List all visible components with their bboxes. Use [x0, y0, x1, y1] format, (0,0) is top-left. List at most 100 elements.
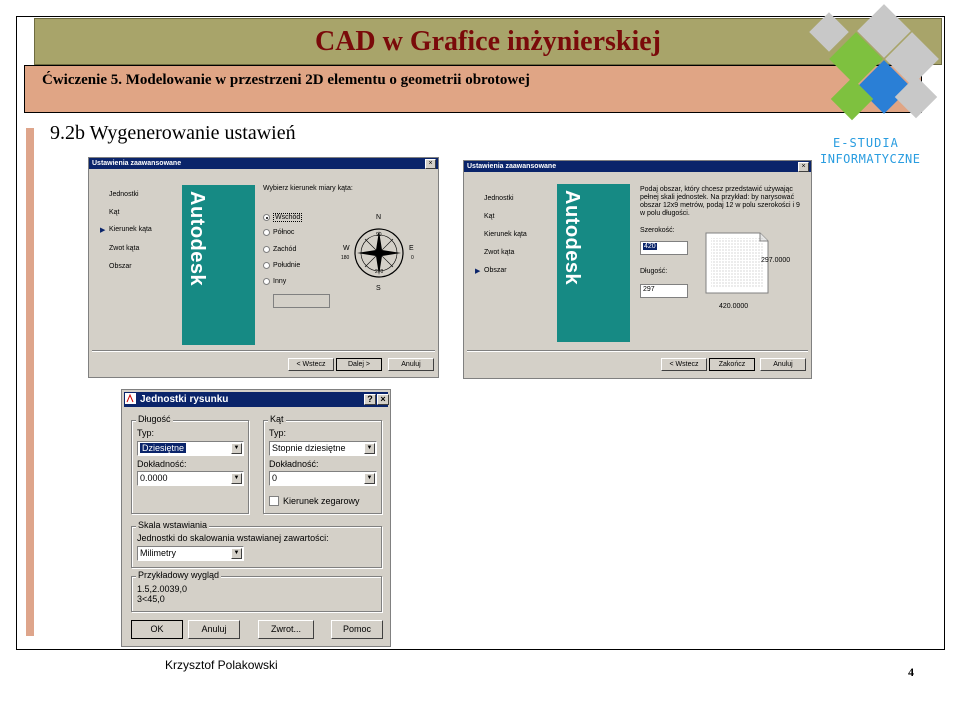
sample-output-group: [131, 576, 382, 612]
angle-type-label: Typ:: [269, 428, 287, 438]
compass-north-label: N: [376, 214, 382, 221]
nav-item-angle[interactable]: Kąt: [109, 209, 120, 216]
logo-text-line1: E-STUDIA: [833, 136, 899, 150]
insertion-units-label: Jednostki do skalowania wstawianej zawar…: [137, 533, 329, 543]
length-type-select[interactable]: Dziesiętne ▼: [137, 441, 244, 456]
nav-item-angle[interactable]: Kąt: [484, 213, 495, 220]
dialog-title: Ustawienia zaawansowane: [92, 160, 182, 167]
slide-subtitle: Ćwiczenie 5. Modelowanie w przestrzeni 2…: [42, 72, 530, 88]
radio-south[interactable]: Południe: [263, 262, 300, 269]
length-type-label: Typ:: [137, 428, 155, 438]
nav-item-angle-direction[interactable]: Kierunek kąta: [109, 226, 152, 233]
angle-type-value: Stopnie dziesiętne: [272, 443, 346, 453]
other-angle-field[interactable]: [273, 294, 330, 308]
dialog-title-bar: Ustawienia zaawansowane: [89, 158, 438, 169]
close-icon[interactable]: ×: [377, 394, 389, 405]
preview-width: 420.0000: [719, 303, 749, 310]
length-type-value: Dziesiętne: [140, 443, 187, 453]
radio-other[interactable]: Inny: [263, 278, 286, 285]
autodesk-brand: Autodesk: [186, 191, 208, 287]
ok-button[interactable]: OK: [131, 620, 183, 639]
nav-item-angle-turn[interactable]: Zwot kąta: [484, 249, 514, 256]
close-icon[interactable]: ×: [798, 162, 809, 172]
cancel-button[interactable]: Anuluj: [388, 358, 434, 371]
width-label: Szerokość:: [640, 227, 675, 234]
autodesk-banner: Autodesk: [557, 184, 630, 342]
radio-button[interactable]: [263, 246, 270, 253]
radio-button[interactable]: [263, 278, 270, 285]
radio-button[interactable]: [263, 262, 270, 269]
back-button[interactable]: < Wstecz: [288, 358, 334, 371]
back-button[interactable]: < Wstecz: [661, 358, 707, 371]
active-nav-arrow-icon: ▶: [475, 268, 481, 275]
nav-item-units[interactable]: Jednostki: [484, 195, 514, 202]
length-label: Długość:: [640, 268, 668, 275]
help-button[interactable]: Pomoc: [331, 620, 383, 639]
radio-button[interactable]: [263, 214, 270, 221]
angle-type-select[interactable]: Stopnie dziesiętne ▼: [269, 441, 377, 456]
finish-button[interactable]: Zakończ: [709, 358, 755, 371]
area-description: Podaj obszar, który chcesz przedstawić u…: [640, 186, 800, 217]
dialog-title-bar: Ustawienia zaawansowane: [464, 161, 811, 172]
advanced-settings-dialog-direction: Ustawienia zaawansowane × Jednostki Kąt …: [88, 157, 439, 378]
compass-west-label: W: [343, 245, 350, 252]
nav-item-area[interactable]: Obszar: [109, 263, 132, 270]
compass-east-label: E: [409, 245, 414, 252]
nav-item-units[interactable]: Jednostki: [109, 191, 139, 198]
compass-icon: [354, 228, 404, 278]
radio-label: Zachód: [273, 246, 297, 253]
sample-line-2: 3<45,0: [137, 594, 165, 604]
chevron-down-icon[interactable]: ▼: [364, 443, 375, 454]
advanced-settings-dialog-area: Ustawienia zaawansowane × Jednostki Kąt …: [463, 160, 812, 379]
e-studia-logo: [809, 4, 945, 133]
dialog-title: Jednostki rysunku: [140, 394, 229, 405]
length-field[interactable]: 297: [640, 284, 688, 298]
angle-precision-label: Dokładność:: [269, 459, 319, 469]
dialog-title: Ustawienia zaawansowane: [467, 163, 557, 170]
nav-item-area[interactable]: Obszar: [484, 267, 507, 274]
autodesk-banner: Autodesk: [182, 185, 255, 345]
clockwise-checkbox[interactable]: [269, 496, 279, 506]
angle-group-label: Kąt: [268, 414, 286, 424]
radio-north[interactable]: Północ: [263, 229, 294, 236]
footer-author: Krzysztof Polakowski: [165, 658, 278, 672]
autodesk-brand: Autodesk: [561, 190, 583, 286]
compass-deg-north: 90: [376, 232, 382, 238]
compass-deg-east: 0: [411, 255, 414, 261]
chevron-down-icon[interactable]: ▼: [231, 443, 242, 454]
radio-button[interactable]: [263, 229, 270, 236]
paper-preview-icon: [705, 232, 769, 294]
nav-item-angle-direction[interactable]: Kierunek kąta: [484, 231, 527, 238]
angle-precision-value: 0: [272, 473, 278, 483]
radio-east[interactable]: Wschód: [263, 213, 303, 222]
cancel-button[interactable]: Anuluj: [188, 620, 240, 639]
section-title: 9.2b Wygenerowanie ustawień: [50, 122, 296, 144]
chevron-down-icon[interactable]: ▼: [231, 473, 242, 484]
preview-height: 297.0000: [761, 257, 791, 264]
dialog-divider: [92, 350, 435, 352]
radio-label: Północ: [273, 229, 295, 236]
chevron-down-icon[interactable]: ▼: [364, 473, 375, 484]
direction-prompt: Wybierz kierunek miary kąta:: [263, 185, 353, 192]
nav-item-angle-turn[interactable]: Zwot kąta: [109, 245, 139, 252]
dialog-title-bar: Jednostki rysunku: [124, 392, 388, 407]
cancel-button[interactable]: Anuluj: [760, 358, 806, 371]
chevron-down-icon[interactable]: ▼: [231, 548, 242, 559]
insertion-scale-label: Skala wstawiania: [136, 520, 210, 530]
insertion-units-select[interactable]: Milimetry ▼: [137, 546, 244, 561]
compass-deg-south: 270: [375, 269, 384, 275]
direction-button[interactable]: Zwrot...: [258, 620, 314, 639]
length-precision-select[interactable]: 0.0000 ▼: [137, 471, 244, 486]
logo-text-line2: INFORMATYCZNE: [820, 152, 921, 166]
angle-precision-select[interactable]: 0 ▼: [269, 471, 377, 486]
radio-label: Wschód: [273, 213, 303, 222]
width-field[interactable]: 420: [640, 241, 688, 255]
close-icon[interactable]: ×: [425, 159, 436, 169]
help-icon[interactable]: ?: [364, 394, 376, 405]
clockwise-label: Kierunek zegarowy: [283, 496, 360, 506]
slide-title: CAD w Grafice inżynierskiej: [314, 26, 662, 57]
sample-line-1: 1.5,2.0039,0: [137, 584, 188, 594]
next-button[interactable]: Dalej >: [336, 358, 382, 371]
page-number: 4: [908, 665, 914, 679]
radio-west[interactable]: Zachód: [263, 246, 296, 253]
